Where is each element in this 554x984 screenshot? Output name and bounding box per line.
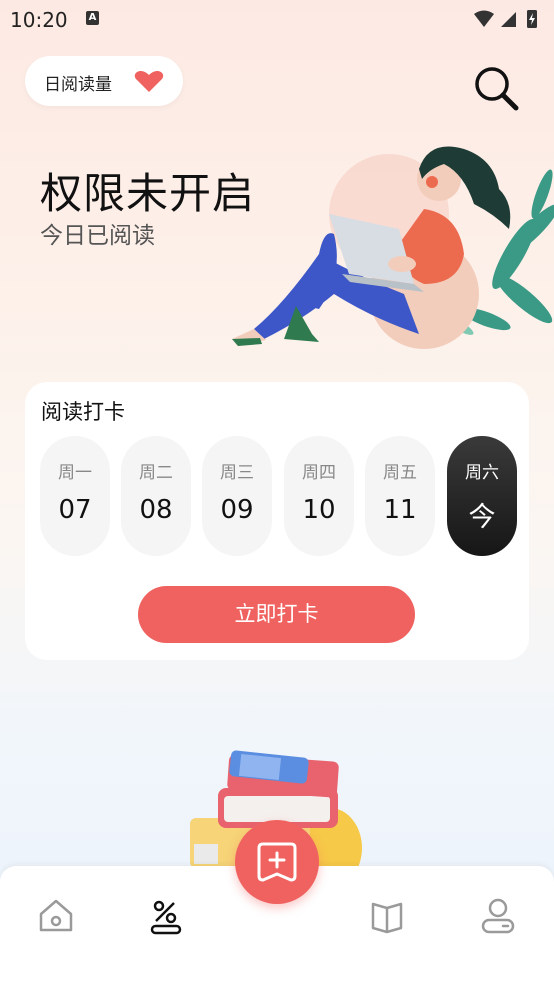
day-name: 周一: [58, 463, 92, 483]
day-name: 周二: [139, 463, 173, 483]
checkin-card: 阅读打卡 周一 07 周二 08 周三 09 周四 10 周五 11 周六 今 …: [25, 382, 529, 660]
status-bar: 10:20 A: [0, 0, 554, 38]
stat-selector-dropdown[interactable]: 日阅读量: [25, 56, 183, 106]
user-icon[interactable]: [478, 896, 518, 936]
reading-woman-illustration: [232, 146, 554, 349]
day-name: 周三: [220, 463, 254, 483]
day-chip-mon[interactable]: 周一 07: [40, 436, 110, 556]
day-chip-tue[interactable]: 周二 08: [121, 436, 191, 556]
day-date: 09: [220, 495, 254, 525]
day-date: 今: [468, 502, 496, 533]
day-name: 周六: [465, 463, 499, 483]
search-icon[interactable]: [472, 64, 522, 114]
heart-icon: [134, 71, 164, 92]
day-chip-wed[interactable]: 周三 09: [202, 436, 272, 556]
checkin-button[interactable]: 立即打卡: [138, 586, 415, 643]
checkin-title: 阅读打卡: [41, 400, 125, 424]
day-chip-fri[interactable]: 周五 11: [365, 436, 435, 556]
percent-icon[interactable]: [146, 896, 186, 936]
system-status-icons: [474, 10, 537, 28]
hero-title: 权限未开启: [40, 169, 256, 218]
day-name: 周四: [302, 463, 336, 483]
status-time: 10:20: [10, 8, 68, 32]
home-icon[interactable]: [36, 896, 76, 936]
notification-icon: A: [86, 11, 99, 25]
day-chip-sat-today[interactable]: 周六 今: [447, 436, 517, 556]
hero-subtitle: 今日已阅读: [40, 223, 155, 249]
add-book-icon: [257, 842, 297, 882]
day-date: 10: [302, 495, 336, 525]
stat-selector-label: 日阅读量: [44, 75, 112, 95]
day-name: 周五: [383, 463, 417, 483]
add-book-button[interactable]: [235, 820, 319, 904]
book-icon[interactable]: [367, 896, 407, 936]
day-date: 07: [58, 495, 92, 525]
day-date: 08: [139, 495, 173, 525]
day-chip-thu[interactable]: 周四 10: [284, 436, 354, 556]
day-date: 11: [383, 495, 417, 525]
